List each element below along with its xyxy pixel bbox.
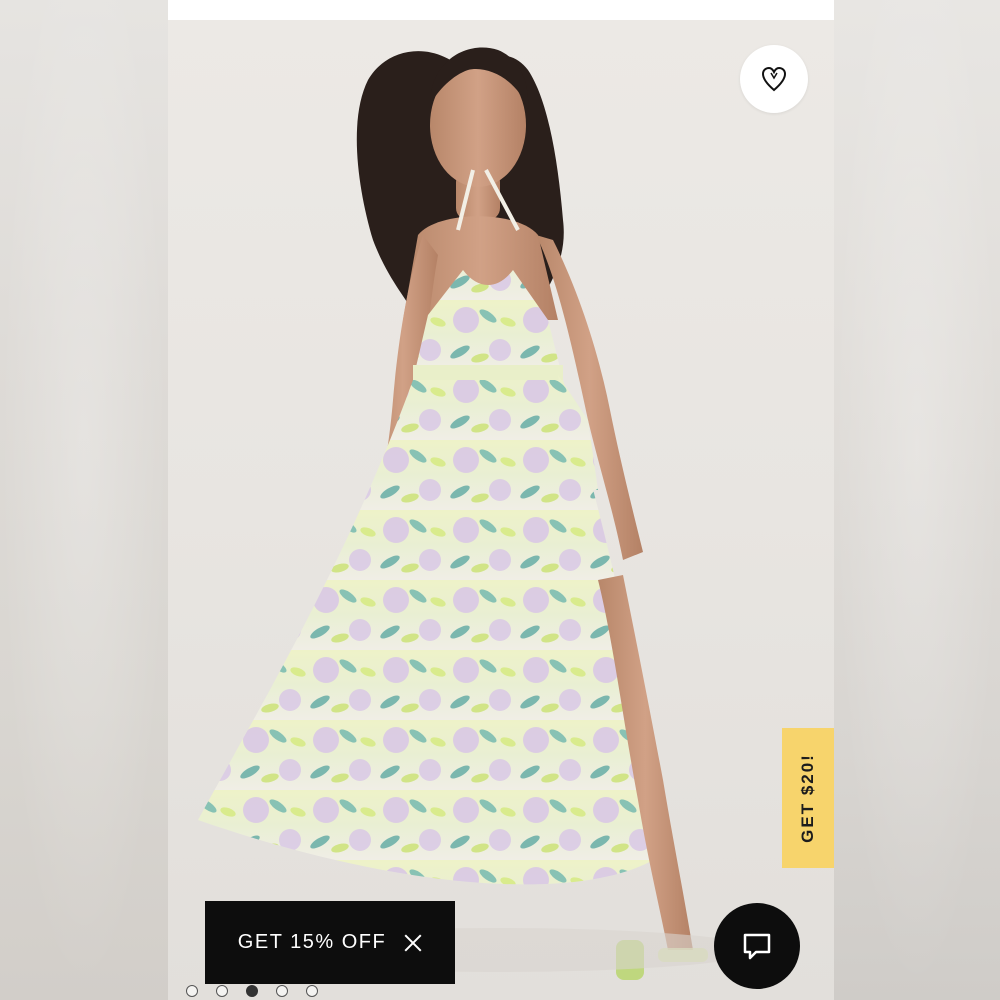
chat-button[interactable] bbox=[714, 903, 800, 989]
carousel-dot[interactable] bbox=[276, 985, 288, 997]
carousel-dot[interactable] bbox=[186, 985, 198, 997]
promo-tab-label: GET $20! bbox=[798, 753, 818, 843]
chat-bubble-icon bbox=[743, 933, 771, 960]
top-white-strip bbox=[168, 0, 834, 20]
carousel-pagination bbox=[186, 985, 318, 997]
product-image[interactable] bbox=[168, 20, 834, 1000]
blurred-background-right bbox=[834, 0, 1000, 1000]
discount-banner-label: GET 15% OFF bbox=[237, 931, 387, 953]
carousel-dot[interactable] bbox=[216, 985, 228, 997]
carousel-dot[interactable] bbox=[306, 985, 318, 997]
model-illustration bbox=[198, 47, 758, 980]
carousel-dot-active[interactable] bbox=[246, 985, 258, 997]
discount-banner[interactable]: GET 15% OFF bbox=[205, 901, 455, 984]
get-20-promo-tab[interactable]: GET $20! bbox=[782, 728, 834, 868]
close-icon[interactable] bbox=[404, 934, 422, 952]
heart-outline-icon bbox=[761, 66, 787, 92]
blurred-background-left bbox=[0, 0, 168, 1000]
favorite-button[interactable] bbox=[740, 45, 808, 113]
